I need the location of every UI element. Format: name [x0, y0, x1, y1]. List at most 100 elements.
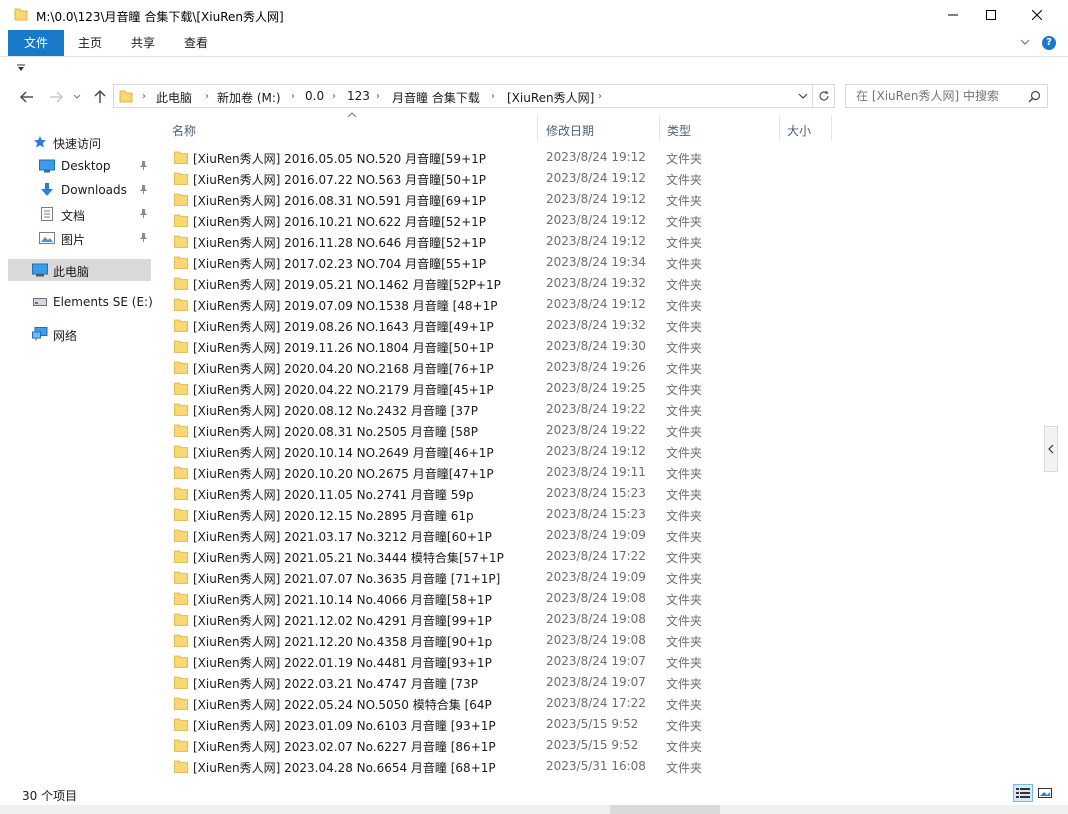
file-row[interactable]: [XiuRen秀人网] 2020.04.20 NO.2168 月音瞳[76+1P…: [172, 357, 717, 378]
file-row[interactable]: [XiuRen秀人网] 2016.10.21 NO.622 月音瞳[52+1P 2…: [172, 210, 717, 231]
help-icon[interactable]: ?: [1042, 36, 1056, 50]
search-input[interactable]: [846, 85, 1026, 107]
file-row[interactable]: [XiuRen秀人网] 2022.05.24 NO.5050 模特合集 [64P…: [172, 693, 717, 714]
file-row[interactable]: [XiuRen秀人网] 2016.11.28 NO.646 月音瞳[52+1P 2…: [172, 231, 717, 252]
file-row[interactable]: [XiuRen秀人网] 2020.08.12 No.2432 月音瞳 [37P 2…: [172, 399, 717, 420]
tab-home[interactable]: 主页: [70, 30, 110, 56]
file-row[interactable]: [XiuRen秀人网] 2023.04.28 No.6654 月音瞳 [68+1…: [172, 756, 717, 777]
quick-access-toolbar: [0, 57, 1068, 81]
file-row[interactable]: [XiuRen秀人网] 2021.07.07 No.3635 月音瞳 [71+1…: [172, 567, 717, 588]
file-row[interactable]: [XiuRen秀人网] 2021.12.20 No.4358 月音瞳[90+1p…: [172, 630, 717, 651]
file-type: 文件夹: [666, 236, 703, 250]
file-name: [XiuRen秀人网] 2016.05.05 NO.520 月音瞳[59+1P: [193, 152, 486, 166]
folder-icon: [174, 697, 188, 710]
file-row[interactable]: [XiuRen秀人网] 2021.05.21 No.3444 模特合集[57+1…: [172, 546, 717, 567]
file-row[interactable]: [XiuRen秀人网] 2020.08.31 No.2505 月音瞳 [58P 2…: [172, 420, 717, 441]
tab-file[interactable]: 文件: [8, 30, 64, 56]
file-row[interactable]: [XiuRen秀人网] 2021.10.14 No.4066 月音瞳[58+1P…: [172, 588, 717, 609]
folder-icon: [174, 298, 188, 311]
recent-locations-button[interactable]: [71, 87, 83, 107]
breadcrumb-separator-icon[interactable]: ›: [598, 91, 602, 102]
breadcrumb-separator-icon[interactable]: ›: [376, 91, 380, 102]
file-type: 文件夹: [666, 299, 703, 313]
nav-this-pc[interactable]: 此电脑: [8, 259, 151, 281]
folder-icon: [174, 256, 188, 269]
breadcrumb-drive[interactable]: 新加卷 (M:): [217, 89, 281, 106]
file-row[interactable]: [XiuRen秀人网] 2022.03.21 No.4747 月音瞳 [73P 2…: [172, 672, 717, 693]
column-header-name[interactable]: 名称: [157, 111, 538, 145]
file-row[interactable]: [XiuRen秀人网] 2020.10.20 NO.2675 月音瞳[47+1P…: [172, 462, 717, 483]
file-row[interactable]: [XiuRen秀人网] 2019.11.26 NO.1804 月音瞳[50+1P…: [172, 336, 717, 357]
breadcrumb-folder-0-0[interactable]: 0.0: [305, 89, 324, 103]
ribbon-expand-chevron-icon[interactable]: [1019, 37, 1031, 47]
pin-icon[interactable]: [138, 208, 148, 218]
nav-network[interactable]: 网络: [8, 323, 151, 345]
breadcrumb-separator-icon[interactable]: ›: [291, 91, 295, 102]
file-modified-date: 2023/8/24 19:12: [546, 171, 646, 185]
file-row[interactable]: [XiuRen秀人网] 2023.02.07 No.6227 月音瞳 [86+1…: [172, 735, 717, 756]
file-row[interactable]: [XiuRen秀人网] 2019.05.21 NO.1462 月音瞳[52P+1…: [172, 273, 717, 294]
nav-item-pictures[interactable]: 图片: [8, 227, 151, 249]
forward-button[interactable]: [46, 87, 66, 107]
file-row[interactable]: [XiuRen秀人网] 2023.01.09 No.6103 月音瞳 [93+1…: [172, 714, 717, 735]
file-row[interactable]: [XiuRen秀人网] 2022.01.19 No.4481 月音瞳[93+1P…: [172, 651, 717, 672]
file-type: 文件夹: [666, 404, 703, 418]
breadcrumb-folder-123[interactable]: 123: [347, 89, 370, 103]
column-divider[interactable]: [831, 115, 832, 141]
file-row[interactable]: [XiuRen秀人网] 2016.08.31 NO.591 月音瞳[69+1P 2…: [172, 189, 717, 210]
pin-icon[interactable]: [138, 184, 148, 194]
folder-icon: [174, 151, 188, 164]
details-pane-toggle[interactable]: [1044, 426, 1058, 472]
breadcrumb-this-pc[interactable]: 此电脑: [156, 89, 192, 106]
breadcrumb-separator-icon[interactable]: ›: [142, 91, 146, 102]
close-button[interactable]: [1014, 0, 1060, 30]
refresh-button[interactable]: [813, 84, 835, 108]
file-row[interactable]: [XiuRen秀人网] 2020.04.22 NO.2179 月音瞳[45+1P…: [172, 378, 717, 399]
maximize-button[interactable]: [968, 0, 1014, 30]
file-row[interactable]: [XiuRen秀人网] 2020.11.05 No.2741 月音瞳 59p 20…: [172, 483, 717, 504]
file-name: [XiuRen秀人网] 2020.10.20 NO.2675 月音瞳[47+1P: [193, 467, 494, 481]
nav-drive-e[interactable]: Elements SE (E:): [8, 291, 153, 313]
tab-view[interactable]: 查看: [176, 30, 216, 56]
file-row[interactable]: [XiuRen秀人网] 2020.12.15 No.2895 月音瞳 61p 20…: [172, 504, 717, 525]
tab-share[interactable]: 共享: [123, 30, 163, 56]
drive-icon: [33, 298, 47, 306]
breadcrumb-separator-icon[interactable]: ›: [205, 91, 209, 102]
file-name: [XiuRen秀人网] 2016.07.22 NO.563 月音瞳[50+1P: [193, 173, 486, 187]
nav-item-desktop[interactable]: Desktop: [8, 155, 151, 177]
file-row[interactable]: [XiuRen秀人网] 2017.02.23 NO.704 月音瞳[55+1P 2…: [172, 252, 717, 273]
folder-icon: [174, 739, 188, 752]
address-bar[interactable]: › 此电脑 › 新加卷 (M:) › 0.0 › 123 › 月音瞳 合集下载 …: [113, 84, 813, 108]
file-row[interactable]: [XiuRen秀人网] 2020.10.14 NO.2649 月音瞳[46+1P…: [172, 441, 717, 462]
details-view-button[interactable]: [1013, 784, 1033, 802]
breadcrumb-folder-collection[interactable]: 月音瞳 合集下载: [392, 89, 480, 106]
pin-icon[interactable]: [138, 160, 148, 170]
file-row[interactable]: [XiuRen秀人网] 2021.12.02 No.4291 月音瞳[99+1P…: [172, 609, 717, 630]
file-name: [XiuRen秀人网] 2022.03.21 No.4747 月音瞳 [73P: [193, 677, 478, 691]
file-type: 文件夹: [666, 446, 703, 460]
column-header-modified[interactable]: 修改日期: [538, 111, 660, 145]
large-icons-view-icon: [1038, 788, 1052, 798]
file-row[interactable]: [XiuRen秀人网] 2021.03.17 No.3212 月音瞳[60+1P…: [172, 525, 717, 546]
breadcrumb-separator-icon[interactable]: ›: [332, 91, 336, 102]
back-button[interactable]: [17, 87, 37, 107]
file-row[interactable]: [XiuRen秀人网] 2016.07.22 NO.563 月音瞳[50+1P 2…: [172, 168, 717, 189]
large-icons-view-button[interactable]: [1035, 784, 1055, 802]
breadcrumb-folder-current[interactable]: [XiuRen秀人网]: [507, 89, 594, 106]
address-dropdown-chevron-icon[interactable]: [798, 92, 808, 100]
file-row[interactable]: [XiuRen秀人网] 2019.08.26 NO.1643 月音瞳[49+1P…: [172, 315, 717, 336]
search-box[interactable]: [845, 84, 1048, 108]
file-row[interactable]: [XiuRen秀人网] 2019.07.09 NO.1538 月音瞳 [48+1…: [172, 294, 717, 315]
folder-icon: [174, 424, 188, 437]
customize-toolbar-icon[interactable]: [17, 64, 25, 72]
breadcrumb-separator-icon[interactable]: ›: [491, 91, 495, 102]
column-header-type[interactable]: 类型: [660, 111, 780, 145]
file-row[interactable]: [XiuRen秀人网] 2016.05.05 NO.520 月音瞳[59+1P 2…: [172, 147, 717, 168]
nav-item-documents[interactable]: 文档: [8, 203, 151, 225]
pin-icon[interactable]: [138, 232, 148, 242]
column-label: 名称: [172, 124, 197, 138]
nav-item-downloads[interactable]: Downloads: [8, 179, 151, 201]
nav-quick-access[interactable]: 快速访问: [8, 131, 151, 153]
up-button[interactable]: [90, 87, 110, 107]
column-header-size[interactable]: 大小: [780, 111, 832, 145]
